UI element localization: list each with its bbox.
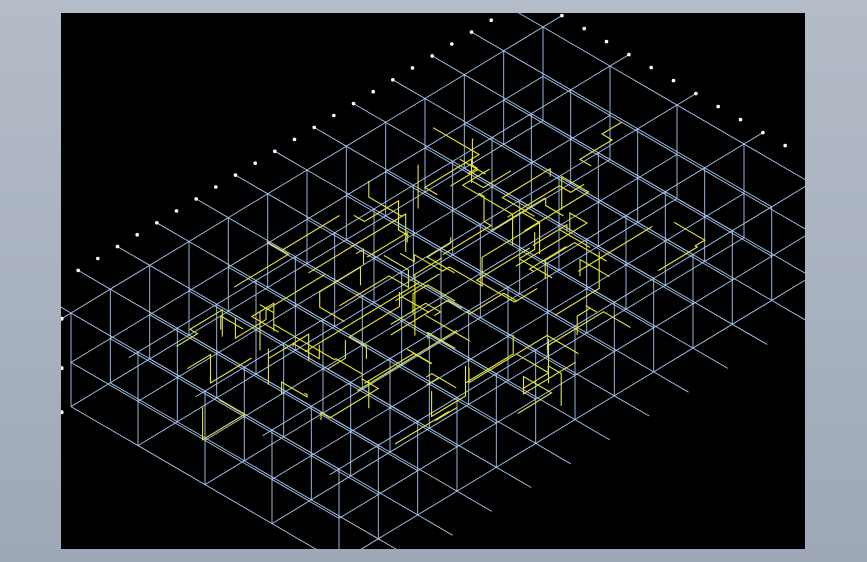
pipe-run	[406, 348, 433, 365]
grid-line-cross	[542, 26, 805, 181]
grid-markers	[61, 13, 787, 415]
grid-extension	[692, 347, 729, 369]
grid-marker	[371, 89, 376, 94]
grid-marker	[96, 256, 100, 261]
grid-extension	[542, 15, 563, 28]
grid-marker	[450, 42, 454, 46]
grid-extension	[653, 371, 689, 393]
grid-extension	[676, 93, 697, 106]
grid-extension	[117, 246, 150, 266]
isometric-pipe-drawing	[61, 13, 805, 549]
grid-marker	[312, 125, 316, 130]
grid-extension	[732, 323, 768, 345]
grid-marker	[135, 232, 139, 237]
grid-extension	[195, 198, 229, 219]
structural-grid	[61, 13, 805, 549]
cad-viewport[interactable]	[61, 13, 805, 549]
pipe-run	[470, 158, 512, 189]
grid-marker	[292, 137, 297, 142]
pipe-run	[281, 381, 308, 398]
grid-extension	[378, 538, 397, 549]
grid-marker	[582, 26, 586, 31]
grid-marker	[233, 173, 238, 177]
grid-extension	[431, 55, 465, 76]
pipe-run	[417, 164, 419, 209]
grid-marker	[694, 91, 698, 96]
grid-extension	[496, 466, 532, 488]
grid-extension	[274, 150, 308, 171]
grid-marker	[273, 149, 277, 154]
grid-extension	[417, 514, 453, 536]
grid-extension	[313, 127, 347, 147]
grid-extension	[392, 79, 426, 99]
grid-marker	[489, 18, 494, 22]
grid-extension	[517, 13, 544, 28]
grid-extension	[614, 395, 650, 417]
grid-marker	[194, 197, 198, 201]
grid-extension	[329, 468, 340, 476]
pipe-run	[390, 302, 442, 325]
grid-extension	[456, 490, 493, 512]
grid-marker	[716, 104, 720, 109]
grid-marker	[738, 117, 743, 122]
grid-marker	[155, 221, 159, 225]
pipe-run	[308, 213, 407, 274]
grid-extension	[471, 31, 504, 52]
grid-extension	[535, 443, 571, 465]
grid-marker	[671, 78, 676, 83]
pipe-run	[319, 266, 362, 323]
grid-extension	[743, 132, 764, 145]
pipe-run	[366, 231, 408, 258]
grid-marker	[174, 209, 179, 213]
grid-marker	[649, 65, 653, 70]
grid-marker	[115, 244, 120, 249]
grid-extension	[235, 174, 268, 195]
grid-extension	[574, 419, 611, 441]
pipe-run	[578, 121, 623, 167]
grid-line-long	[360, 279, 805, 549]
grid-marker	[332, 113, 336, 118]
pipe-run	[234, 274, 325, 340]
pipe-run	[425, 372, 457, 389]
grid-marker	[560, 13, 564, 18]
grid-marker	[214, 185, 218, 189]
grid-marker	[783, 143, 787, 148]
grid-extension	[353, 103, 386, 123]
grid-extension	[771, 300, 805, 321]
level-marker	[61, 410, 64, 415]
grid-marker	[391, 78, 395, 82]
grid-extension	[128, 351, 139, 359]
pipe-run	[431, 365, 467, 418]
grid-marker	[469, 30, 474, 34]
grid-extension	[195, 390, 206, 398]
grid-extension	[156, 222, 190, 242]
grid-marker	[604, 39, 609, 44]
grid-marker	[253, 161, 257, 165]
grid-extension	[262, 429, 273, 437]
pipe-run	[524, 175, 590, 232]
grid-extension	[61, 306, 72, 314]
grid-extension	[77, 270, 111, 290]
pipe-run	[413, 257, 443, 336]
grid-line-cross	[542, 76, 805, 230]
grid-marker	[351, 101, 356, 106]
grid-extension	[609, 54, 630, 67]
grid-marker	[761, 130, 765, 135]
grid-marker	[410, 66, 415, 70]
level-marker	[61, 366, 64, 371]
grid-marker	[430, 54, 435, 58]
pipe-run	[465, 334, 514, 384]
grid-marker	[627, 52, 631, 57]
grid-marker	[76, 268, 80, 273]
